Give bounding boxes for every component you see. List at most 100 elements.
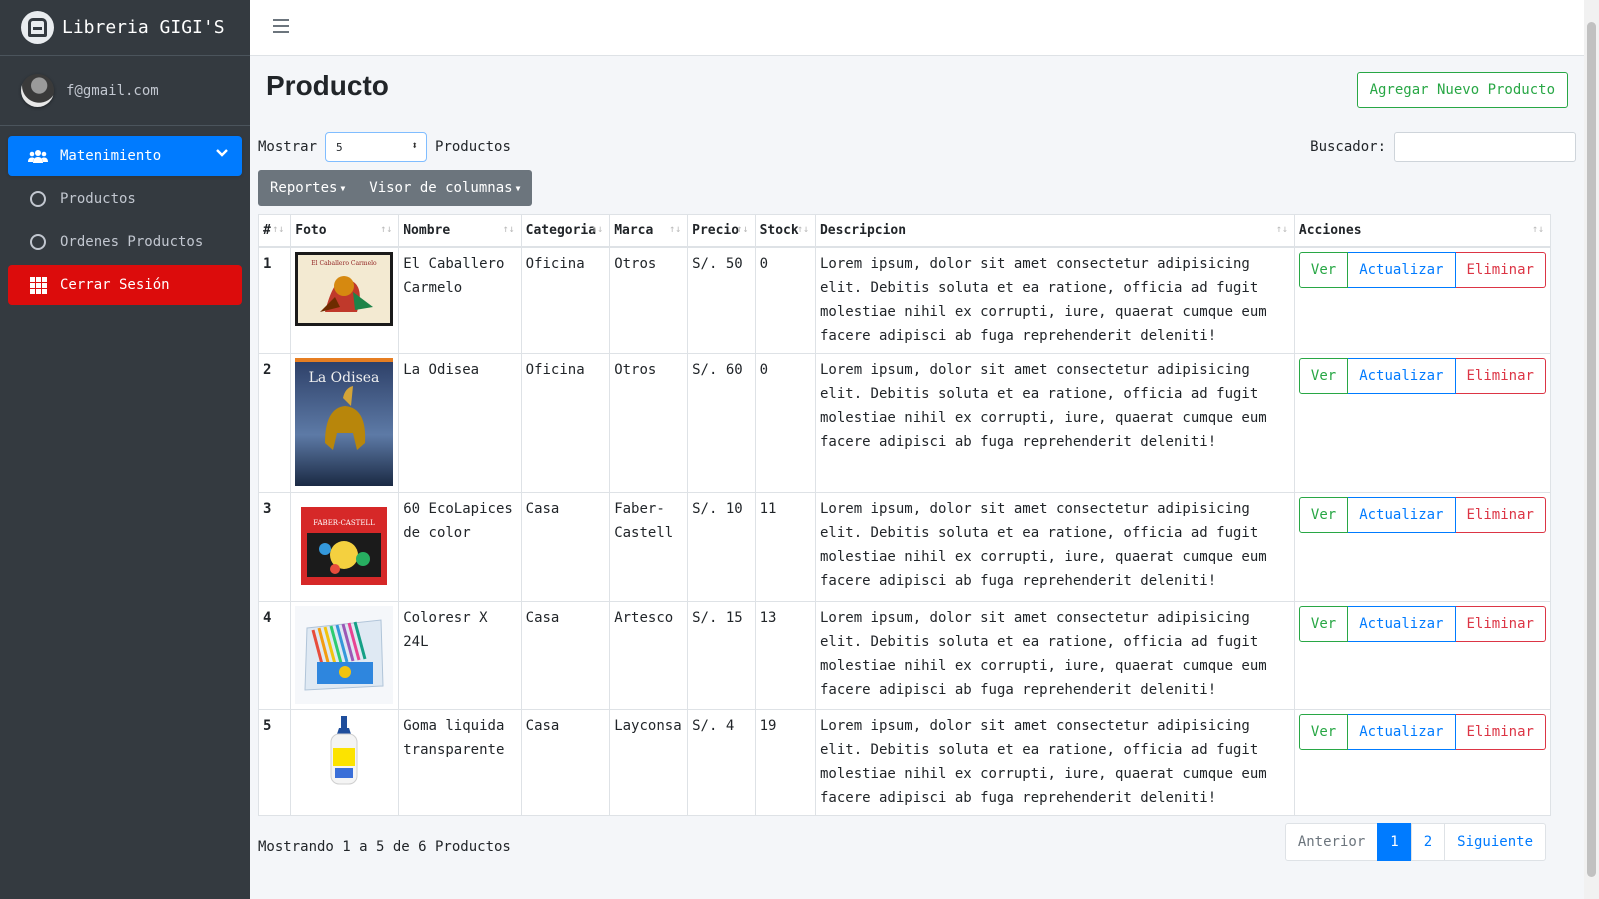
sort-icon: ↑↓ <box>736 224 749 235</box>
pagination-next[interactable]: Siguiente <box>1444 823 1546 861</box>
pagination: Anterior 1 2 Siguiente <box>1284 823 1546 861</box>
sidebar-item-label: Matenimiento <box>60 148 162 164</box>
sidebar-item-matenimiento[interactable]: Matenimiento <box>8 136 242 176</box>
pagination-previous[interactable]: Anterior <box>1284 823 1379 861</box>
cell-precio: S/. 4 <box>687 708 756 816</box>
update-button[interactable]: Actualizar <box>1348 605 1456 642</box>
cell-stock: 11 <box>754 491 816 602</box>
column-header-acciones[interactable]: Acciones ↑↓ <box>1293 214 1552 248</box>
scrollbar-thumb[interactable] <box>1587 22 1596 877</box>
pagination-page-1[interactable]: 1 <box>1377 823 1412 861</box>
cell-nombre: Coloresr X 24L <box>398 600 522 710</box>
topbar <box>250 0 1599 56</box>
column-header-descripcion[interactable]: Descripcion ↑↓ <box>814 214 1295 248</box>
row-actions: Ver Actualizar Eliminar <box>1298 251 1546 288</box>
sidebar-item-cerrar-sesion[interactable]: Cerrar Sesión <box>8 265 242 305</box>
cell-nombre: 60 EcoLapices de color <box>398 491 522 602</box>
cell-num: 1 <box>257 246 292 354</box>
delete-button[interactable]: Eliminar <box>1455 713 1546 750</box>
delete-button[interactable]: Eliminar <box>1455 251 1546 288</box>
cell-marca: Otros <box>609 246 689 354</box>
sidebar-item-productos[interactable]: Productos <box>8 179 242 219</box>
user-panel[interactable]: f@gmail.com <box>0 56 250 126</box>
cell-marca: Artesco <box>609 600 689 710</box>
column-header-nombre[interactable]: Nombre ↑↓ <box>398 214 522 248</box>
hamburger-menu-icon[interactable] <box>273 19 289 37</box>
cell-nombre: Goma liquida transparente <box>398 708 522 816</box>
cell-acciones: Ver Actualizar Eliminar <box>1293 600 1552 710</box>
cell-categoria: Oficina <box>520 246 611 354</box>
page-scrollbar[interactable] <box>1584 0 1599 899</box>
length-control: Mostrar 5 Productos <box>258 132 511 162</box>
delete-button[interactable]: Eliminar <box>1455 357 1546 394</box>
sort-icon: ↑↓ <box>796 224 809 235</box>
cell-nombre: La Odisea <box>398 352 522 493</box>
row-actions: Ver Actualizar Eliminar <box>1298 357 1546 394</box>
delete-button[interactable]: Eliminar <box>1455 605 1546 642</box>
cell-descripcion: Lorem ipsum, dolor sit amet consectetur … <box>814 600 1295 710</box>
cell-stock: 0 <box>754 246 816 354</box>
product-image: FABER-CASTELL <box>295 496 394 595</box>
view-button[interactable]: Ver <box>1298 251 1349 288</box>
view-button[interactable]: Ver <box>1298 357 1349 394</box>
cell-marca: Faber-Castell <box>609 491 689 602</box>
export-button-group: Reportes ▼ Visor de columnas ▼ <box>258 170 533 206</box>
sort-icon: ↑↓ <box>272 224 285 235</box>
column-header-precio[interactable]: Precio ↑↓ <box>687 214 756 248</box>
cell-stock: 0 <box>754 352 816 493</box>
sidebar-item-label: Ordenes Productos <box>60 234 204 250</box>
sidebar-item-ordenes-productos[interactable]: Ordenes Productos <box>8 222 242 262</box>
table-row: 1 El Caballero Carmelo El Caballero Carm… <box>257 246 1552 354</box>
cell-acciones: Ver Actualizar Eliminar <box>1293 491 1552 602</box>
product-image: La Odisea <box>295 357 394 486</box>
view-button[interactable]: Ver <box>1298 605 1349 642</box>
update-button[interactable]: Actualizar <box>1348 713 1456 750</box>
update-button[interactable]: Actualizar <box>1348 251 1456 288</box>
cell-categoria: Casa <box>520 708 611 816</box>
show-suffix: Productos <box>435 139 511 155</box>
sidebar-nav: Matenimiento Productos Ordenes Productos… <box>0 126 250 318</box>
product-image: El Caballero Carmelo <box>295 251 394 326</box>
pagination-page-2[interactable]: 2 <box>1410 823 1446 861</box>
column-header-stock[interactable]: Stock ↑↓ <box>754 214 816 248</box>
cell-num: 4 <box>257 600 292 710</box>
user-email: f@gmail.com <box>66 82 159 99</box>
sort-icon: ↑↓ <box>380 224 393 235</box>
update-button[interactable]: Actualizar <box>1348 357 1456 394</box>
sort-icon: ↑↓ <box>1275 224 1288 235</box>
cell-descripcion: Lorem ipsum, dolor sit amet consectetur … <box>814 491 1295 602</box>
sort-icon: ↑↓ <box>591 224 604 235</box>
table-row: 2 La Odisea La Odisea Oficina Otros S/. … <box>257 352 1552 493</box>
cell-num: 3 <box>257 491 292 602</box>
delete-button[interactable]: Eliminar <box>1455 496 1546 533</box>
search-label: Buscador: <box>1310 139 1386 155</box>
cell-categoria: Oficina <box>520 352 611 493</box>
products-table: # ↑↓ Foto ↑↓ Nombre ↑↓ Categoria ↑↓ Marca ↑↓ … <box>257 214 1552 816</box>
avatar <box>21 74 54 107</box>
view-button[interactable]: Ver <box>1298 713 1349 750</box>
update-button[interactable]: Actualizar <box>1348 496 1456 533</box>
chevron-down-icon <box>216 147 228 161</box>
search-control: Buscador: <box>1310 132 1576 162</box>
table-row: 5 Goma liquida transparente Casa Laycons… <box>257 708 1552 816</box>
cell-num: 5 <box>257 708 292 816</box>
column-visibility-button[interactable]: Visor de columnas ▼ <box>357 170 532 206</box>
brand-link[interactable]: Libreria GIGI'S <box>0 0 250 56</box>
cell-marca: Layconsa <box>609 708 689 816</box>
page-length-select[interactable]: 5 <box>325 132 428 162</box>
column-header-foto[interactable]: Foto ↑↓ <box>290 214 400 248</box>
caret-down-icon: ▼ <box>340 183 346 193</box>
table-row: 3 FABER-CASTELL 60 EcoLapices de color C… <box>257 491 1552 602</box>
add-product-button[interactable]: Agregar Nuevo Producto <box>1356 72 1568 108</box>
column-header-num[interactable]: # ↑↓ <box>257 214 292 248</box>
sort-icon: ↑↓ <box>502 224 515 235</box>
grid-icon <box>29 276 47 294</box>
column-header-categoria[interactable]: Categoria ↑↓ <box>520 214 611 248</box>
column-header-marca[interactable]: Marca ↑↓ <box>609 214 689 248</box>
view-button[interactable]: Ver <box>1298 496 1349 533</box>
show-label: Mostrar <box>258 139 318 155</box>
search-input[interactable] <box>1394 132 1576 162</box>
brand-logo-icon <box>21 11 54 44</box>
cell-descripcion: Lorem ipsum, dolor sit amet consectetur … <box>814 708 1295 816</box>
reports-button[interactable]: Reportes ▼ <box>258 170 357 206</box>
